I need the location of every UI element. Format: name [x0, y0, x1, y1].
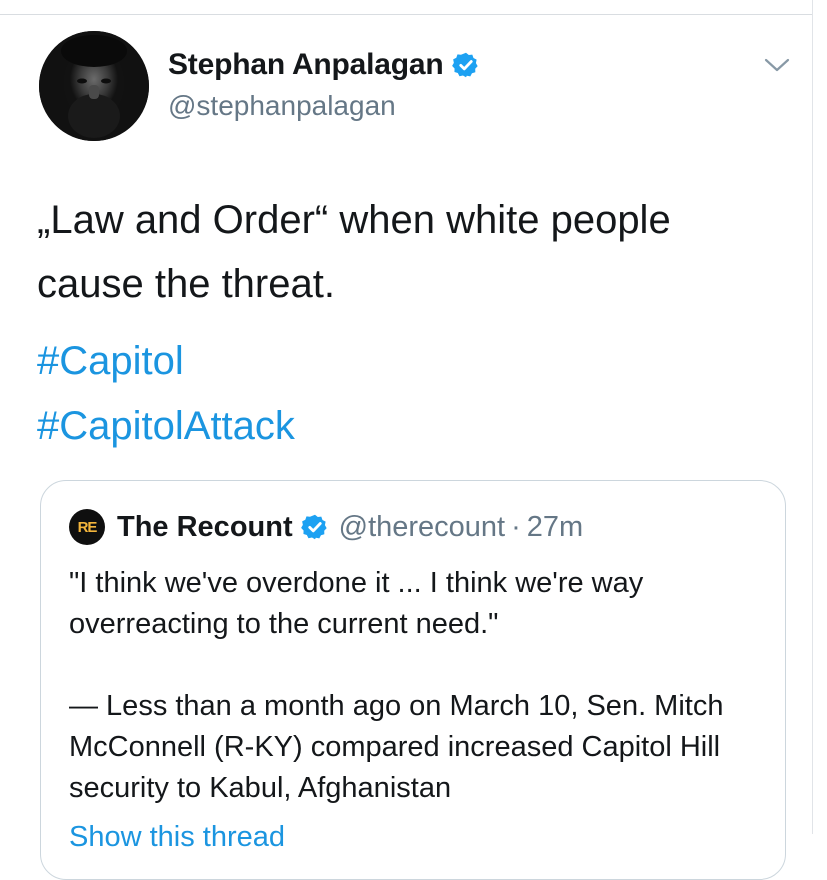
quoted-tweet-author-name: The Recount: [117, 510, 293, 543]
quoted-tweet-avatar: RE: [69, 509, 105, 545]
quoted-tweet-paragraph: "I think we've overdone it ... I think w…: [69, 567, 644, 640]
chevron-down-icon[interactable]: [762, 54, 792, 76]
quoted-tweet-text: "I think we've overdone it ... I think w…: [69, 563, 769, 809]
author-name-row[interactable]: Stephan Anpalagan: [168, 48, 480, 82]
separator-dot: ·: [511, 510, 521, 543]
quoted-tweet-paragraph: — Less than a month ago on March 10, Sen…: [69, 690, 724, 804]
tweet-text: „Law and Order“ when white people cause …: [37, 198, 671, 306]
author-name[interactable]: Stephan Anpalagan: [168, 48, 444, 82]
verified-badge-icon: [300, 514, 327, 540]
quoted-tweet-card[interactable]: RE The Recount @therecount · 27m "I thin…: [40, 480, 786, 880]
hashtag-capitol-attack[interactable]: #CapitolAttack: [37, 404, 295, 449]
author-avatar-image: [39, 31, 149, 141]
top-divider: [0, 14, 812, 15]
quoted-tweet-timestamp: 27m: [526, 510, 584, 543]
hashtag-capitol[interactable]: #Capitol: [37, 339, 184, 384]
author-avatar[interactable]: [39, 31, 149, 141]
quoted-tweet-handle: @therecount: [338, 510, 506, 543]
right-divider: [812, 0, 813, 834]
verified-badge-icon: [451, 52, 478, 78]
show-thread-link[interactable]: Show this thread: [69, 821, 285, 854]
author-handle[interactable]: @stephanpalagan: [168, 90, 396, 122]
quoted-tweet-header: RE The Recount @therecount · 27m: [69, 509, 583, 545]
